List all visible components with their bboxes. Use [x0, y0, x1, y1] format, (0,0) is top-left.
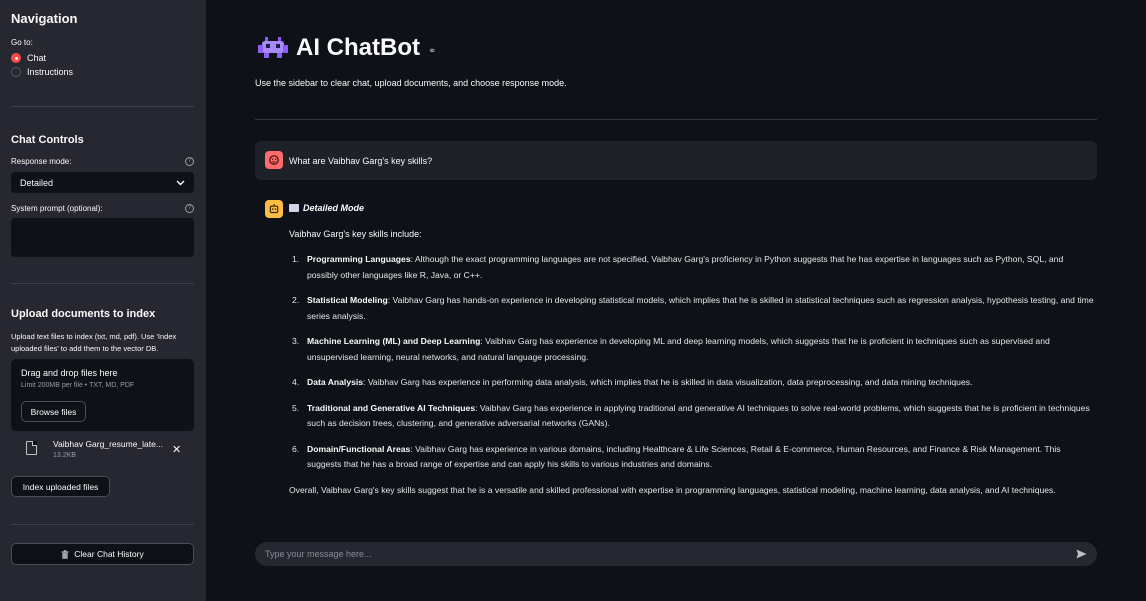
skill-title: Data Analysis: [307, 377, 364, 387]
bot-mode: Detailed Mode: [289, 203, 364, 213]
skill-title: Traditional and Generative AI Techniques: [307, 402, 476, 413]
list-item: 1. Programming Languages: Although the ex…: [289, 252, 1094, 283]
skill-text: : Vaibhav Garg has experience in perform…: [363, 377, 973, 387]
system-prompt-input[interactable]: [11, 218, 194, 257]
list-number: 3.: [292, 336, 300, 346]
chat-input[interactable]: Type your message here...: [255, 542, 1097, 566]
response-mode-select[interactable]: Detailed: [11, 172, 194, 193]
skill-title: Statistical Modeling: [307, 295, 388, 305]
help-icon[interactable]: ?: [185, 157, 194, 166]
user-message-text: What are Vaibhav Garg's key skills?: [289, 156, 433, 166]
close-icon[interactable]: ✕: [172, 443, 181, 456]
skill-title: Machine Learning (ML) and Deep Learning: [307, 336, 481, 346]
upload-title: Upload documents to index: [11, 308, 156, 320]
bot-intro: Vaibhav Garg's key skills include:: [289, 229, 422, 239]
radio-instructions[interactable]: Instructions: [11, 67, 73, 77]
radio-unselected-icon: [11, 67, 21, 77]
skill-title: Domain/Functional Areas: [307, 443, 411, 454]
sidebar: Navigation Go to: Chat Instructions Chat…: [0, 0, 206, 601]
help-icon[interactable]: ?: [185, 204, 194, 213]
main-divider: [255, 119, 1097, 120]
main-content: AI ChatBot ⚭ Use the sidebar to clear ch…: [206, 0, 1146, 601]
user-message: What are Vaibhav Garg's key skills?: [255, 141, 1097, 180]
skill-text: : Although the exact programming languag…: [307, 254, 1064, 280]
browse-files-button[interactable]: Browse files: [21, 401, 86, 422]
system-prompt-label: System prompt (optional):: [11, 204, 103, 213]
sidebar-divider: [11, 283, 194, 284]
response-mode-label: Response mode:: [11, 157, 72, 166]
response-mode-value: Detailed: [20, 177, 54, 188]
alien-icon: [258, 37, 288, 58]
list-item: 3. Machine Learning (ML) and Deep Learnin…: [289, 334, 1094, 365]
bot-mode-label: Detailed Mode: [303, 203, 365, 213]
skill-title: Programming Languages: [307, 254, 411, 264]
file-icon: [26, 441, 37, 455]
link-icon[interactable]: ⚭: [428, 46, 436, 57]
chat-controls-title: Chat Controls: [11, 134, 84, 146]
list-number: 5.: [292, 402, 300, 413]
trash-icon: [61, 549, 69, 559]
nav-title: Navigation: [11, 11, 78, 26]
skill-text: : Vaibhav Garg has hands-on experience i…: [307, 295, 1094, 321]
dropzone-limit: Limit 200MB per file • TXT, MD, PDF: [21, 382, 135, 389]
list-item: 6. Domain/Functional Areas: Vaibhav Garg …: [289, 442, 1094, 473]
list-number: 2.: [292, 295, 300, 305]
list-item: 5. Traditional and Generative AI Techniqu…: [289, 401, 1094, 432]
page-subtitle: Use the sidebar to clear chat, upload do…: [255, 78, 567, 88]
upload-description: Upload text files to index (txt, md, pdf…: [11, 332, 177, 353]
list-item: 2. Statistical Modeling: Vaibhav Garg has…: [289, 293, 1094, 324]
page-title: AI ChatBot: [296, 34, 420, 61]
skill-text: : Vaibhav Garg has experience in various…: [307, 443, 1061, 470]
bot-outro: Overall, Vaibhav Garg's key skills sugge…: [289, 485, 1056, 495]
sidebar-divider: [11, 524, 194, 525]
list-number: 1.: [292, 254, 300, 264]
uploaded-file-item: Vaibhav Garg_resume_late... 13.2KB ✕: [20, 437, 190, 463]
index-files-button[interactable]: Index uploaded files: [11, 476, 110, 497]
list-number: 6.: [292, 443, 300, 454]
file-size: 13.2KB: [53, 452, 76, 459]
clear-chat-label: Clear Chat History: [74, 549, 144, 559]
radio-chat-label: Chat: [27, 53, 47, 63]
bot-avatar-icon: [265, 200, 283, 218]
page-header: AI ChatBot ⚭: [258, 34, 436, 62]
radio-instructions-label: Instructions: [27, 67, 74, 77]
chevron-down-icon: [176, 180, 185, 185]
send-icon[interactable]: [1076, 549, 1087, 559]
list-item: 4. Data Analysis: Vaibhav Garg has experi…: [289, 375, 1094, 391]
chat-input-placeholder: Type your message here...: [265, 549, 372, 559]
goto-label: Go to:: [11, 38, 33, 47]
sidebar-divider: [11, 106, 194, 107]
radio-chat[interactable]: Chat: [11, 53, 46, 63]
list-number: 4.: [292, 377, 300, 387]
book-icon: [289, 204, 299, 212]
dropzone-title: Drag and drop files here: [21, 368, 118, 378]
file-name: Vaibhav Garg_resume_late...: [53, 439, 163, 449]
radio-selected-icon: [11, 53, 21, 63]
skills-list: 1. Programming Languages: Although the ex…: [289, 252, 1094, 483]
clear-chat-button[interactable]: Clear Chat History: [11, 543, 194, 565]
user-avatar-icon: [265, 151, 283, 169]
